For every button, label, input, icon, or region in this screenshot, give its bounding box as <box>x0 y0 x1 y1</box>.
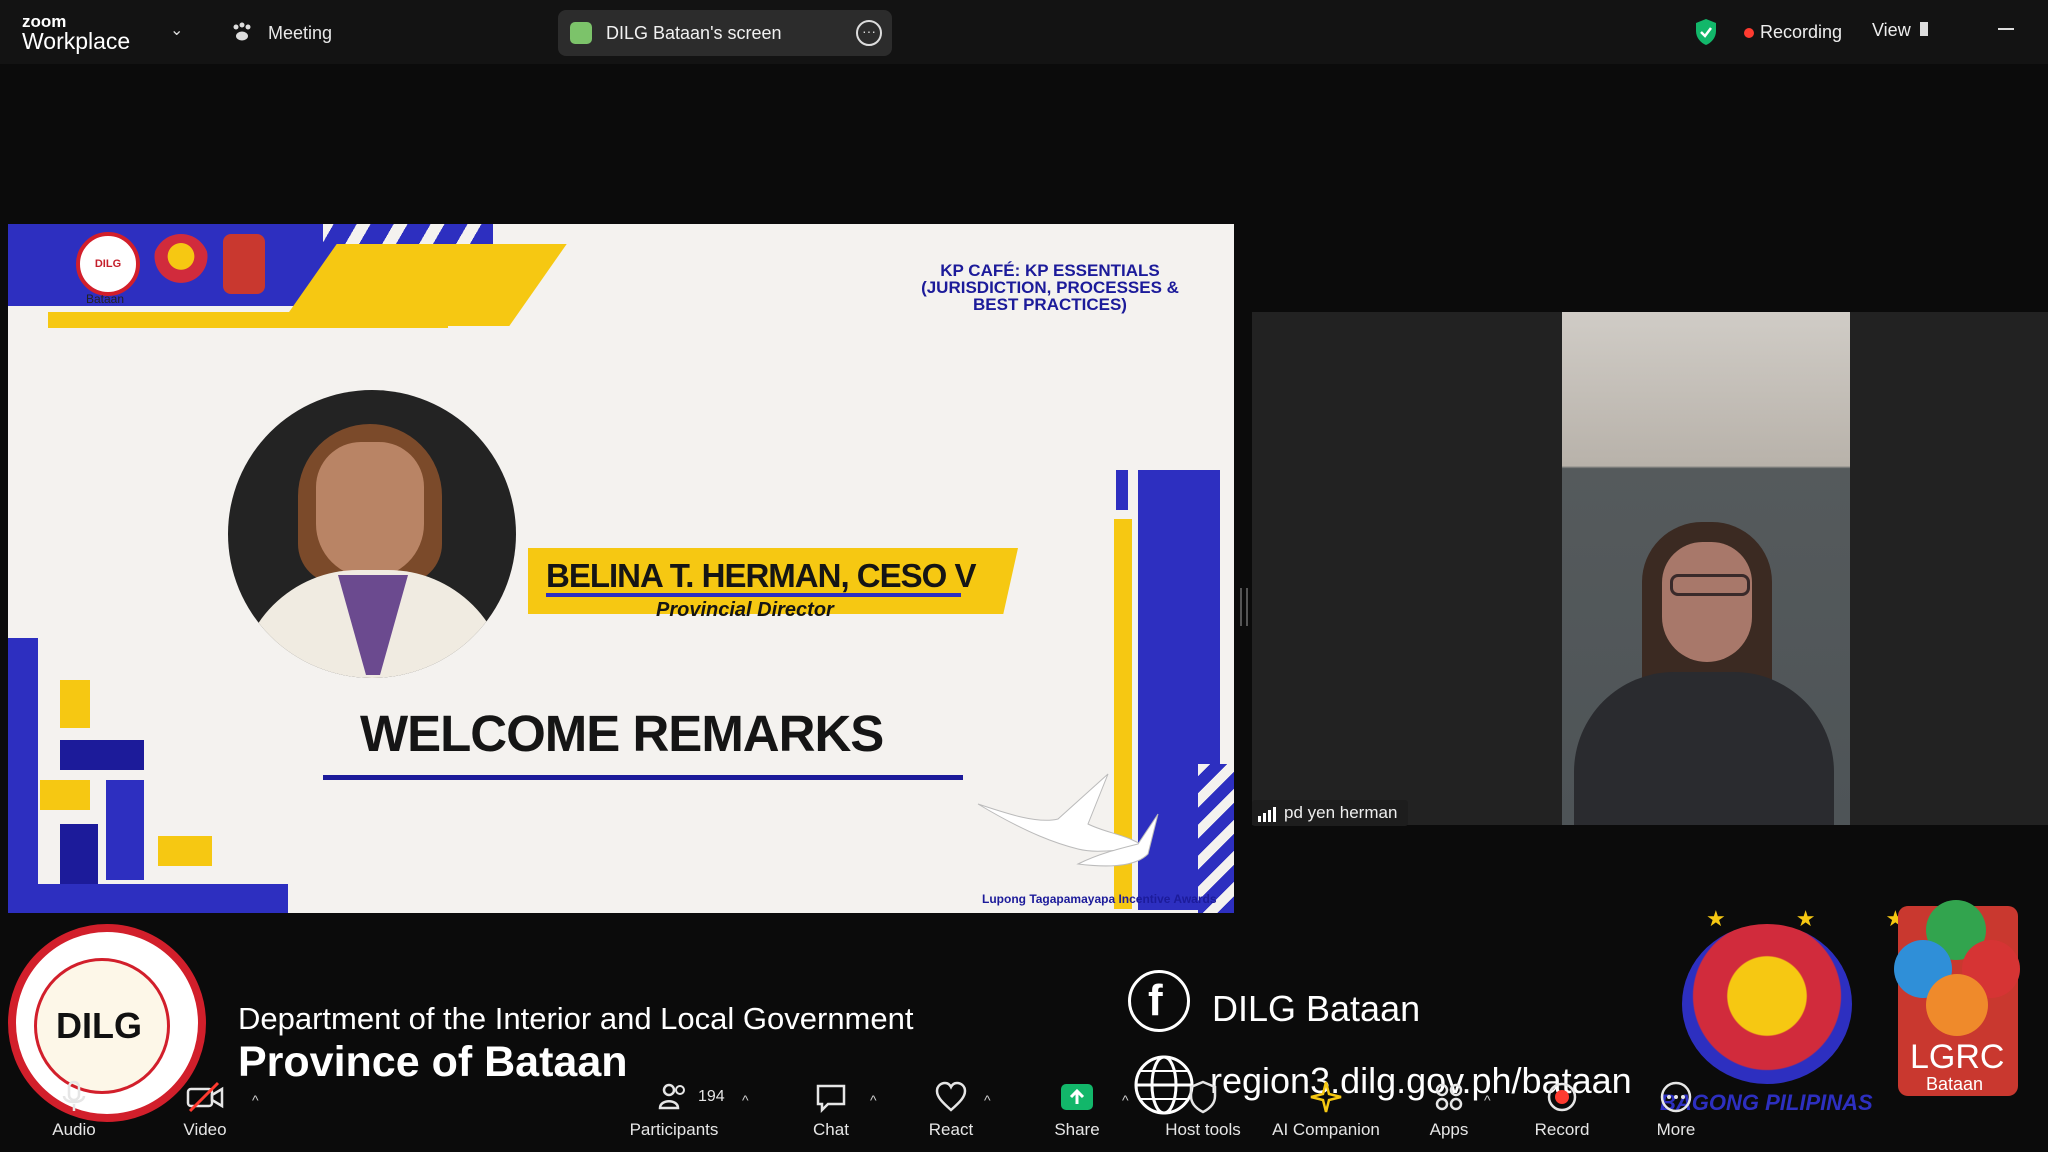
speaker-name: BELINA T. HERMAN, CESO V <box>546 557 976 594</box>
screen-share-pill[interactable]: DILG Bataan's screen ··· <box>558 10 892 56</box>
chat-options-caret-icon[interactable]: ^ <box>870 1092 877 1108</box>
participant-video <box>1562 312 1850 825</box>
shared-screen-slide: DILG Bataan KP CAFÉ: KP ESSENTIALS (JURI… <box>8 224 1234 913</box>
meeting-toolbar <box>0 1070 2048 1152</box>
participants-options-caret-icon[interactable]: ^ <box>742 1092 749 1108</box>
chat-button[interactable]: Chat <box>781 1080 881 1140</box>
name-underline <box>546 593 961 597</box>
chat-icon <box>816 1084 846 1114</box>
participant-name: pd yen herman <box>1284 803 1398 822</box>
meeting-label[interactable]: Meeting <box>268 23 332 44</box>
video-off-icon <box>186 1081 224 1113</box>
split-view-handle[interactable] <box>1240 588 1248 626</box>
host-tools-label: Host tools <box>1165 1120 1241 1139</box>
microphone-icon <box>62 1080 86 1111</box>
react-label: React <box>928 1120 974 1139</box>
dilg-logo: DILG <box>76 232 140 296</box>
apps-icon <box>1435 1083 1463 1111</box>
view-button[interactable]: View <box>1872 20 1911 41</box>
speaker-photo <box>228 390 516 678</box>
signal-strength-icon <box>1258 806 1278 827</box>
speaker-role: Provincial Director <box>656 599 834 621</box>
yellow-stripe <box>48 312 448 328</box>
chat-label: Chat <box>813 1120 849 1139</box>
dilg-seal-text: DILG <box>56 1005 142 1046</box>
facebook-label: DILG Bataan <box>1212 988 1421 1029</box>
screen-share-label: DILG Bataan's screen <box>606 23 782 43</box>
recording-label[interactable]: Recording <box>1760 22 1842 43</box>
ai-companion-label: AI Companion <box>1272 1120 1380 1139</box>
ai-sparkle-icon <box>1310 1081 1342 1113</box>
participants-label: Participants <box>629 1120 719 1139</box>
record-button[interactable]: Record <box>1512 1080 1612 1140</box>
participant-count: 194 <box>698 1088 725 1105</box>
dove-icon <box>968 754 1168 889</box>
right-stripes <box>1198 764 1234 913</box>
apps-options-caret-icon[interactable]: ^ <box>1484 1092 1491 1108</box>
share-screen-icon <box>1061 1084 1093 1110</box>
video-label: Video <box>183 1120 227 1139</box>
share-button[interactable]: Share <box>1027 1080 1127 1140</box>
share-label: Share <box>1054 1120 1100 1139</box>
video-button[interactable]: Video <box>155 1080 255 1140</box>
react-button[interactable]: React <box>901 1080 1001 1140</box>
record-icon <box>1547 1082 1577 1112</box>
heart-icon <box>935 1081 967 1112</box>
more-button[interactable]: More <box>1626 1080 1726 1140</box>
audio-label: Audio <box>52 1120 96 1139</box>
share-options-caret-icon[interactable]: ^ <box>1122 1092 1129 1108</box>
slide-footer: Lupong Tagapamayapa Incentive Awards <box>982 892 1217 906</box>
minimize-icon[interactable] <box>1998 28 2014 30</box>
series-title: KP CAFÉ: KP ESSENTIALS (JURISDICTION, PR… <box>921 261 1179 314</box>
department-name: Department of the Interior and Local Gov… <box>238 1001 914 1036</box>
more-dots-icon <box>1660 1081 1692 1113</box>
ai-companion-button[interactable]: AI Companion <box>1263 1080 1389 1140</box>
view-layout-icon[interactable] <box>1920 22 1928 36</box>
host-tools-shield-icon <box>1189 1080 1217 1114</box>
bagong-pilipinas-logo <box>153 234 209 290</box>
recording-dot-icon <box>1744 28 1754 38</box>
bagong-pilipinas-emblem <box>1682 924 1852 1084</box>
host-tools-button[interactable]: Host tools <box>1153 1080 1253 1140</box>
apps-button[interactable]: Apps <box>1399 1080 1499 1140</box>
app-icon <box>570 22 592 44</box>
more-label: More <box>1656 1120 1696 1139</box>
header-stripes <box>323 224 493 244</box>
workplace-logo[interactable]: Workplace <box>22 28 130 55</box>
logo-caption: Bataan <box>86 292 125 306</box>
participants-icon <box>658 1083 685 1110</box>
headline: WELCOME REMARKS <box>360 705 884 762</box>
meeting-paw-icon[interactable] <box>230 20 254 49</box>
chevron-down-icon[interactable]: ⌄ <box>170 20 183 40</box>
react-options-caret-icon[interactable]: ^ <box>984 1092 991 1108</box>
headline-underline <box>323 775 963 780</box>
more-options-icon[interactable]: ··· <box>856 20 882 46</box>
audio-button[interactable]: Audio <box>24 1080 124 1140</box>
top-bar: zoom Workplace ⌄ Meeting DILG Bataan's s… <box>0 0 2048 64</box>
record-label: Record <box>1534 1120 1590 1139</box>
lgrc-logo <box>223 234 265 294</box>
security-shield-icon[interactable] <box>1694 18 1718 51</box>
apps-label: Apps <box>1429 1120 1469 1139</box>
video-options-caret-icon[interactable]: ^ <box>252 1092 259 1108</box>
facebook-f-glyph: f <box>1148 976 1163 1025</box>
